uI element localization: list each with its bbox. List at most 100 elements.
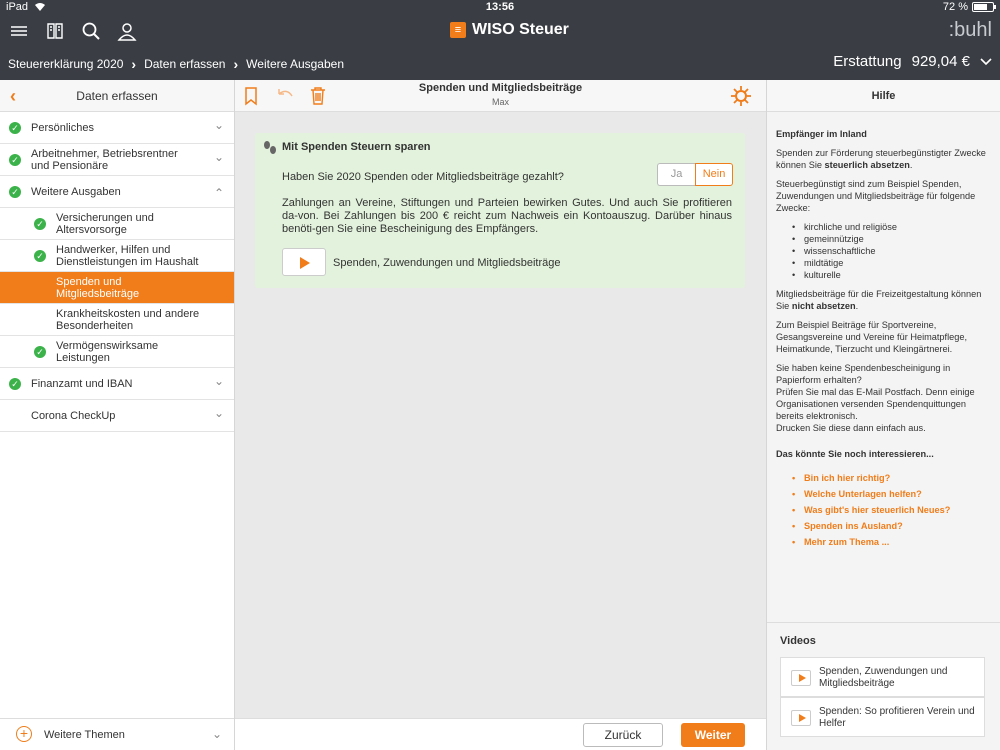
help-link[interactable]: Welche Unterlagen helfen? (776, 486, 986, 502)
sidebar-nav: ✓ Persönliches ⌄ ✓ Arbeitnehmer, Betriebsren… (0, 112, 234, 432)
help-content: Empfänger im Inland Spenden zur Förderun… (776, 128, 986, 557)
sidebar: ‹ Daten erfassen ✓ Persönliches ⌄ ✓ Arbeitne… (0, 80, 235, 750)
main-footer: Zurück Weiter (235, 718, 766, 750)
check-circle-icon: ✓ (9, 154, 21, 166)
sidebar-item[interactable]: ✓ Finanzamt und IBAN ⌄ (0, 368, 234, 400)
sidebar-item[interactable]: Corona CheckUp ⌄ (0, 400, 234, 432)
sidebar-item[interactable]: Spenden und Mitgliedsbeiträge (0, 272, 234, 304)
main-panel: Spenden und Mitgliedsbeiträge Max Mit Sp… (235, 80, 766, 750)
help-heading: Empfänger im Inland (776, 129, 867, 139)
sidebar-item-label: Persönliches (31, 121, 94, 134)
sidebar-item-label: Arbeitnehmer, Betriebsrentner und Pensio… (31, 147, 178, 172)
user-icon[interactable] (116, 20, 138, 42)
chevron-down-icon: ⌄ (213, 118, 224, 132)
sidebar-item-label: Finanzamt und IBAN (31, 377, 133, 390)
check-circle-icon: ✓ (9, 378, 21, 390)
virus-icon[interactable] (730, 85, 752, 107)
help-title: Hilfe (767, 80, 1000, 112)
check-circle-icon: ✓ (34, 346, 46, 358)
sidebar-item[interactable]: ✓ Weitere Ausgaben ⌃ (0, 176, 234, 208)
sidebar-item[interactable]: ✓ Handwerker, Hilfen und Dienstleistungen… (0, 240, 234, 272)
breadcrumb-item[interactable]: Weitere Ausgaben (246, 57, 344, 71)
purpose-list: kirchliche und religiöse gemeinnützige w… (776, 221, 986, 281)
status-time: 13:56 (485, 1, 515, 13)
list-item: kirchliche und religiöse (776, 221, 986, 233)
check-circle-icon: ✓ (9, 122, 21, 134)
wiso-logo-icon: ≡ (450, 22, 466, 38)
option-no[interactable]: Nein (695, 163, 733, 186)
card-title: Mit Spenden Steuern sparen (282, 141, 431, 153)
video-item[interactable]: Spenden, Zuwendungen und Mitgliedsbeiträ… (780, 657, 985, 697)
list-item: wissenschaftliche (776, 245, 986, 257)
option-yes[interactable]: Ja (657, 163, 695, 186)
help-link[interactable]: Bin ich hier richtig? (776, 470, 986, 486)
sidebar-item[interactable]: ✓ Arbeitnehmer, Betriebsrentner und Pensi… (0, 144, 234, 176)
app-logo-text: WISO Steuer (472, 21, 569, 38)
sidebar-item-label: Weitere Ausgaben (31, 185, 121, 198)
search-icon[interactable] (80, 20, 102, 42)
sidebar-item[interactable]: ✓ Persönliches ⌄ (0, 112, 234, 144)
videos-heading: Videos (780, 635, 816, 647)
sidebar-item-label: Corona CheckUp (31, 409, 116, 422)
footprints-icon (264, 141, 276, 154)
sidebar-item-label: Handwerker, Hilfen und Dienstleistungen … (56, 243, 199, 268)
next-button[interactable]: Weiter (681, 723, 745, 747)
sidebar-item[interactable]: ✓ Vermögenswirksame Leistungen (0, 336, 234, 368)
more-topics-label: Weitere Themen (44, 729, 125, 741)
refund-amount: 929,04 € (911, 53, 970, 70)
help-link[interactable]: Spenden ins Ausland? (776, 518, 986, 534)
sidebar-item[interactable]: Krankheitskosten und andere Besonderheit… (0, 304, 234, 336)
sidebar-item[interactable]: ✓ Versicherungen und Altersvorsorge (0, 208, 234, 240)
app-toolbar: ≡ WISO Steuer :buhl (0, 16, 1000, 46)
help-paragraph: Sie haben keine Spendenbescheinigung in … (776, 363, 975, 433)
plus-circle-icon: + (16, 726, 32, 742)
chevron-down-icon (980, 57, 992, 65)
book-icon[interactable] (44, 20, 66, 42)
page-title: Spenden und Mitgliedsbeiträge (418, 82, 583, 94)
play-video-button[interactable] (282, 248, 326, 276)
list-item: mildtätige (776, 257, 986, 269)
help-link[interactable]: Was gibt's hier steuerlich Neues? (776, 502, 986, 518)
video-title: Spenden: So profitieren Verein und Helfe… (819, 706, 975, 729)
video-label[interactable]: Spenden, Zuwendungen und Mitgliedsbeiträ… (333, 257, 561, 269)
card-body-text: Zahlungen an Vereine, Stiftungen und Par… (282, 197, 732, 235)
play-icon (791, 670, 811, 686)
sidebar-item-label: Vermögenswirksame Leistungen (56, 339, 159, 364)
donation-question: Haben Sie 2020 Spenden oder Mitgliedsbei… (282, 171, 564, 183)
chevron-down-icon: ⌄ (213, 150, 224, 164)
battery-icon (972, 2, 996, 12)
check-circle-icon: ✓ (34, 250, 46, 262)
list-item: gemeinnützige (776, 233, 986, 245)
status-bar: iPad 13:56 72 % (0, 0, 1000, 16)
breadcrumb-item[interactable]: Daten erfassen (144, 57, 225, 71)
more-topics-button[interactable]: + Weitere Themen ⌄ (0, 718, 234, 750)
sidebar-header: ‹ Daten erfassen (0, 80, 234, 112)
chevron-right-icon: › (233, 56, 239, 72)
video-item[interactable]: Spenden: So profitieren Verein und Helfe… (780, 697, 985, 737)
video-title: Spenden, Zuwendungen und Mitgliedsbeiträ… (819, 666, 948, 689)
refund-display[interactable]: Erstattung 929,04 € (833, 53, 992, 70)
back-button[interactable]: Zurück (583, 723, 663, 747)
breadcrumb: Steuererklärung 2020 › Daten erfassen › … (8, 56, 344, 72)
sidebar-item-label: Spenden und Mitgliedsbeiträge (56, 275, 140, 300)
sidebar-title: Daten erfassen (76, 89, 158, 103)
chevron-down-icon: ⌄ (213, 406, 224, 420)
brand-logo: :buhl (948, 19, 992, 41)
help-link[interactable]: Mehr zum Thema ... (776, 534, 986, 550)
main-header: Spenden und Mitgliedsbeiträge Max (235, 80, 766, 112)
help-paragraph: Steuerbegünstigt sind zum Beispiel Spend… (776, 179, 976, 213)
breadcrumb-item[interactable]: Steuererklärung 2020 (8, 57, 123, 71)
app-logo: ≡ WISO Steuer (450, 21, 569, 39)
menu-icon[interactable] (8, 20, 30, 42)
sidebar-item-label: Krankheitskosten und andere Besonderheit… (56, 307, 200, 332)
refund-label: Erstattung (833, 53, 902, 70)
page-subtitle: Max (491, 97, 509, 107)
help-paragraph: Spenden zur Förderung steuerbegünstigter… (776, 148, 986, 170)
battery-percent: 72 % (942, 1, 968, 13)
chevron-up-icon: ⌃ (213, 186, 224, 200)
help-paragraph: Mitgliedsbeiträge für die Freizeitgestal… (776, 289, 982, 311)
chevron-down-icon: ⌄ (211, 727, 222, 741)
interest-heading: Das könnte Sie noch interessieren... (776, 449, 934, 459)
sidebar-item-label: Versicherungen und Altersvorsorge (56, 211, 154, 236)
play-icon (300, 257, 310, 269)
